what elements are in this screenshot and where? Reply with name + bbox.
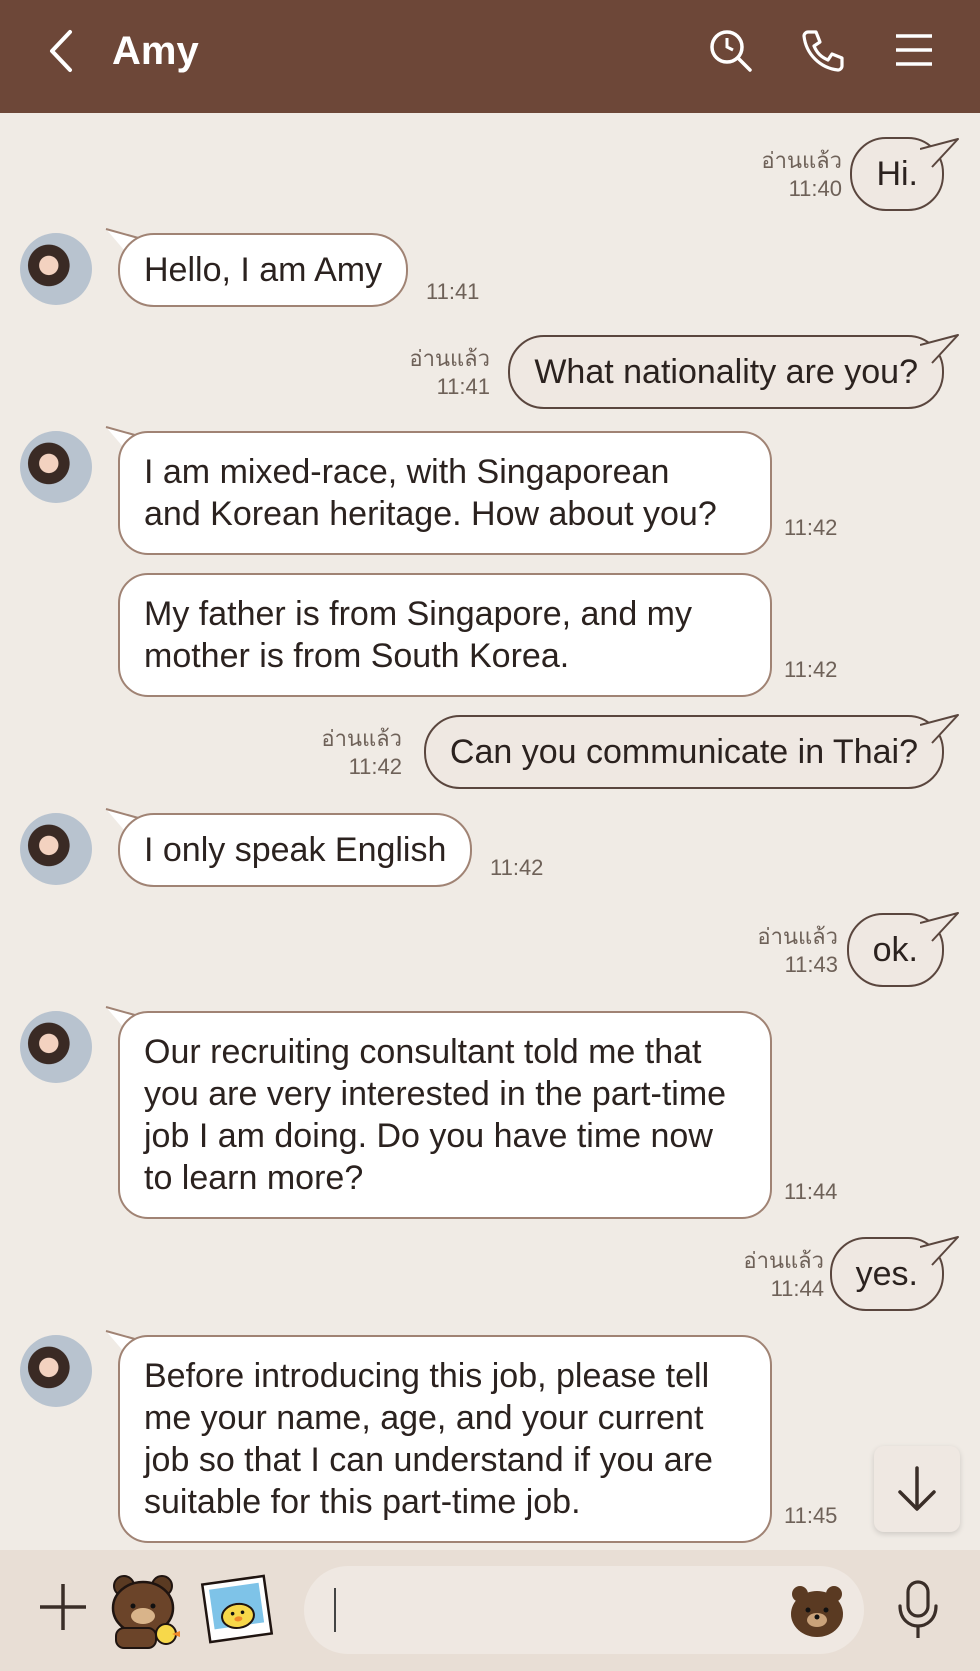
message-text-line: and Korean heritage. How about you?	[144, 495, 717, 533]
message-text: What nationality are you?	[534, 353, 918, 391]
text-cursor	[334, 1588, 336, 1632]
message-meta: อ่านแล้ว 11:40	[761, 147, 842, 203]
message-time: 11:42	[348, 754, 402, 779]
message-text: I only speak English	[144, 831, 447, 869]
avatar[interactable]	[20, 1011, 92, 1083]
message-time: 11:42	[784, 515, 838, 540]
message-time: 11:42	[490, 855, 544, 880]
avatar[interactable]	[20, 431, 92, 503]
message-time: 11:42	[784, 657, 838, 682]
message-text: yes.	[855, 1255, 918, 1293]
message-text: Can you communicate in Thai?	[449, 733, 918, 771]
message-text: Hi.	[876, 155, 918, 193]
read-status: อ่านแล้ว	[409, 346, 490, 371]
message-text-line: me your name, age, and your current	[144, 1399, 704, 1437]
bubble-tail	[920, 334, 959, 364]
message-meta: อ่านแล้ว 11:41	[409, 345, 490, 401]
message-text-line: to learn more?	[144, 1159, 364, 1197]
chat-area[interactable]: อ่านแล้ว 11:40 Hi. Hello, I am Amy 11:41…	[0, 113, 980, 1550]
message-time: 11:44	[770, 1276, 824, 1301]
their-message-bubble[interactable]: My father is from Singapore, and my moth…	[118, 573, 772, 697]
bubble-tail	[920, 138, 959, 168]
bear-sticker-icon[interactable]	[102, 1568, 184, 1650]
back-chevron-icon[interactable]	[42, 26, 82, 76]
bear-emoji-icon[interactable]	[788, 1582, 846, 1640]
message-text-line: Before introducing this job, please tell	[144, 1357, 710, 1395]
menu-icon[interactable]	[890, 26, 938, 74]
their-message-bubble[interactable]: Hello, I am Amy	[118, 233, 409, 307]
photo-sticker-icon[interactable]	[200, 1572, 274, 1646]
message-meta: อ่านแล้ว 11:43	[757, 923, 838, 979]
my-message-bubble[interactable]: Can you communicate in Thai?	[423, 715, 944, 789]
arrow-down-icon	[898, 1466, 936, 1511]
their-message-bubble[interactable]: Our recruiting consultant told me that y…	[118, 1011, 772, 1219]
message-time: 11:43	[784, 952, 838, 977]
search-icon[interactable]	[706, 26, 754, 74]
scroll-to-bottom-button[interactable]	[874, 1446, 960, 1532]
bubble-tail	[920, 714, 959, 744]
their-message-bubble[interactable]: I am mixed-race, with Singaporean and Ko…	[118, 431, 772, 555]
message-input-bar	[0, 1550, 980, 1671]
my-message-bubble[interactable]: What nationality are you?	[508, 335, 944, 409]
message-text-line: suitable for this part-time job.	[144, 1483, 581, 1521]
phone-icon[interactable]	[798, 26, 846, 74]
message-text: ok.	[872, 931, 918, 969]
chat-header: Amy	[0, 0, 980, 113]
read-status: อ่านแล้ว	[757, 924, 838, 949]
message-text-line: My father is from Singapore, and my	[144, 595, 693, 633]
bubble-tail	[920, 912, 959, 942]
plus-icon[interactable]	[36, 1580, 90, 1634]
message-time: 11:45	[784, 1503, 838, 1528]
microphone-icon[interactable]	[892, 1578, 944, 1642]
message-time: 11:41	[426, 279, 480, 304]
message-time: 11:40	[788, 176, 842, 201]
chat-title: Amy	[112, 29, 199, 73]
avatar[interactable]	[20, 813, 92, 885]
message-text-line: you are very interested in the part-time	[144, 1075, 727, 1113]
message-input[interactable]	[304, 1566, 864, 1654]
message-text: Hello, I am Amy	[144, 251, 383, 289]
message-time: 11:41	[436, 374, 490, 399]
read-status: อ่านแล้ว	[761, 148, 842, 173]
message-text-line: job I am doing. Do you have time now	[144, 1117, 713, 1155]
bubble-tail	[920, 1236, 959, 1266]
message-meta: อ่านแล้ว 11:44	[743, 1247, 824, 1303]
avatar[interactable]	[20, 1335, 92, 1407]
read-status: อ่านแล้ว	[743, 1248, 824, 1273]
message-text-line: mother is from South Korea.	[144, 637, 570, 675]
message-text-line: Our recruiting consultant told me that	[144, 1033, 702, 1071]
read-status: อ่านแล้ว	[321, 726, 402, 751]
their-message-bubble[interactable]: I only speak English	[118, 813, 473, 887]
message-text-line: job so that I can understand if you are	[144, 1441, 713, 1479]
their-message-bubble[interactable]: Before introducing this job, please tell…	[118, 1335, 772, 1543]
message-time: 11:44	[784, 1179, 838, 1204]
message-text-line: I am mixed-race, with Singaporean	[144, 453, 670, 491]
avatar[interactable]	[20, 233, 92, 305]
message-meta: อ่านแล้ว 11:42	[321, 725, 402, 781]
